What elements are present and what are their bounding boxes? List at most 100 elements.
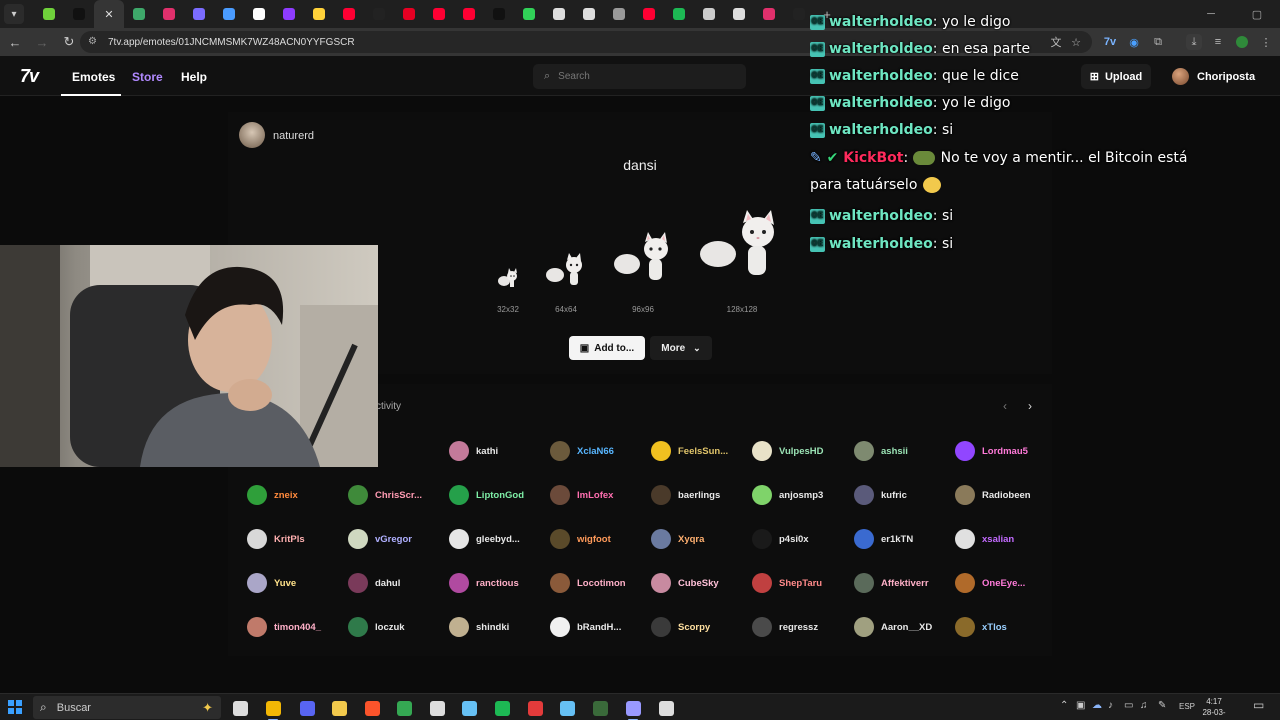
chevron-up-icon[interactable]: ⌃ xyxy=(1060,700,1068,711)
browser-tab[interactable] xyxy=(724,0,754,28)
browser-tab[interactable] xyxy=(334,0,364,28)
browser-tab[interactable] xyxy=(574,0,604,28)
chevron-right-icon[interactable]: › xyxy=(1022,398,1038,414)
activity-user[interactable]: VulpesHD xyxy=(752,441,824,461)
browser-menu-icon[interactable]: ⋮ xyxy=(1258,34,1274,50)
brave-icon[interactable] xyxy=(361,697,383,719)
steam-icon[interactable] xyxy=(556,697,578,719)
activity-user[interactable]: CubeSky xyxy=(651,573,719,593)
nav-help[interactable]: Help xyxy=(181,70,207,84)
chrome-icon[interactable] xyxy=(262,697,284,720)
browser-tab[interactable] xyxy=(184,0,214,28)
activity-user[interactable]: ChrisScr... xyxy=(348,485,422,505)
nav-store[interactable]: Store xyxy=(132,70,163,84)
obs-icon[interactable] xyxy=(426,697,448,719)
activity-user[interactable]: shindki xyxy=(449,617,509,637)
activity-user[interactable]: LiptonGod xyxy=(449,485,524,505)
search-input[interactable]: ⌕ Search xyxy=(533,64,746,89)
language-indicator[interactable]: ESP xyxy=(1179,702,1195,711)
browser-tab[interactable] xyxy=(364,0,394,28)
premiere-icon[interactable] xyxy=(622,697,644,720)
tab-search-icon[interactable]: ▾ xyxy=(4,4,24,24)
browser-tab[interactable] xyxy=(394,0,424,28)
activity-user[interactable]: Locotimon xyxy=(550,573,626,593)
maximize-icon[interactable]: ▢ xyxy=(1234,0,1280,28)
activity-user[interactable]: ranctious xyxy=(449,573,519,593)
store-icon[interactable] xyxy=(393,697,415,719)
owner-avatar[interactable] xyxy=(239,122,265,148)
app-icon[interactable] xyxy=(589,697,611,719)
epic-icon[interactable] xyxy=(655,697,677,719)
activity-user[interactable]: bRandH... xyxy=(550,617,621,637)
browser-tab[interactable] xyxy=(754,0,784,28)
browser-tab[interactable]: ✕ xyxy=(94,0,124,28)
activity-user[interactable]: Scorpy xyxy=(651,617,710,637)
browser-tab[interactable] xyxy=(454,0,484,28)
browser-tab[interactable] xyxy=(634,0,664,28)
browser-tab[interactable] xyxy=(694,0,724,28)
browser-tab[interactable] xyxy=(664,0,694,28)
browser-tab[interactable] xyxy=(64,0,94,28)
browser-tab[interactable] xyxy=(244,0,274,28)
activity-user[interactable]: FeelsSun... xyxy=(651,441,728,461)
activity-user[interactable]: KritPls xyxy=(247,529,305,549)
activity-user[interactable]: Lordmau5 xyxy=(955,441,1028,461)
more-button[interactable]: More ⌄ xyxy=(650,336,712,360)
activity-user[interactable]: vGregor xyxy=(348,529,412,549)
browser-tab[interactable] xyxy=(424,0,454,28)
browser-tab[interactable] xyxy=(34,0,64,28)
browser-tab[interactable] xyxy=(124,0,154,28)
activity-user[interactable]: p4si0x xyxy=(752,529,809,549)
activity-user[interactable]: Xyqra xyxy=(651,529,704,549)
browser-tab[interactable] xyxy=(214,0,244,28)
activity-user[interactable]: kufric xyxy=(854,485,907,505)
chevron-left-icon[interactable]: ‹ xyxy=(997,398,1013,414)
browser-tab[interactable] xyxy=(604,0,634,28)
task-view-icon[interactable] xyxy=(229,697,251,719)
activity-user[interactable]: Affektiverr xyxy=(854,573,929,593)
activity-user[interactable]: ImLofex xyxy=(550,485,613,505)
activity-user[interactable]: timon404_ xyxy=(247,617,321,637)
notification-icon[interactable]: ▭ xyxy=(1253,698,1264,712)
activity-user[interactable]: xsalian xyxy=(955,529,1014,549)
activity-user[interactable]: baerlings xyxy=(651,485,720,505)
activity-user[interactable]: zneix xyxy=(247,485,298,505)
network-icon[interactable]: ▭ xyxy=(1124,700,1133,711)
discord-icon[interactable] xyxy=(296,697,318,719)
activity-user[interactable]: dahul xyxy=(348,573,400,593)
spotify-icon[interactable] xyxy=(491,697,513,719)
activity-user[interactable]: loczuk xyxy=(348,617,405,637)
reload-icon[interactable]: ↻ xyxy=(57,30,81,54)
volume-icon[interactable]: ♫ xyxy=(1140,700,1148,711)
windows-start-icon[interactable] xyxy=(8,700,22,714)
tray-app-icon[interactable]: ▣ xyxy=(1076,700,1085,711)
site-info-icon[interactable]: ⚙ xyxy=(88,36,100,48)
activity-user[interactable]: gleebyd... xyxy=(449,529,520,549)
browser-tab[interactable] xyxy=(484,0,514,28)
activity-user[interactable]: Radiobeen xyxy=(955,485,1031,505)
steam-icon[interactable] xyxy=(458,697,480,719)
browser-tab[interactable] xyxy=(304,0,334,28)
activity-user[interactable]: wigfoot xyxy=(550,529,611,549)
owner-name[interactable]: naturerd xyxy=(273,130,314,142)
back-arrow-icon[interactable]: ← xyxy=(3,30,27,54)
activity-user[interactable]: xTlos xyxy=(955,617,1007,637)
microphone-icon[interactable]: ♪ xyxy=(1108,700,1113,711)
taskbar-clock[interactable]: 4:17 28-03-2026 xyxy=(1196,696,1232,720)
profile-icon[interactable] xyxy=(1234,34,1250,50)
browser-tab[interactable] xyxy=(274,0,304,28)
browser-tab[interactable] xyxy=(544,0,574,28)
activity-user[interactable]: er1kTN xyxy=(854,529,913,549)
activity-user[interactable]: Yuve xyxy=(247,573,296,593)
activity-user[interactable]: anjosmp3 xyxy=(752,485,823,505)
browser-tab[interactable] xyxy=(514,0,544,28)
pen-icon[interactable]: ✎ xyxy=(1158,700,1166,711)
activity-user[interactable]: OneEye... xyxy=(955,573,1025,593)
activity-user[interactable]: kathi xyxy=(449,441,498,461)
cloud-icon[interactable]: ☁ xyxy=(1092,700,1102,711)
add-to-button[interactable]: ▣ Add to... xyxy=(569,336,645,360)
activity-user[interactable]: XclaN66 xyxy=(550,441,614,461)
browser-tab[interactable] xyxy=(154,0,184,28)
taskbar-search-input[interactable]: ⌕ Buscar ✦ xyxy=(33,696,221,719)
folder-icon[interactable] xyxy=(328,697,350,719)
